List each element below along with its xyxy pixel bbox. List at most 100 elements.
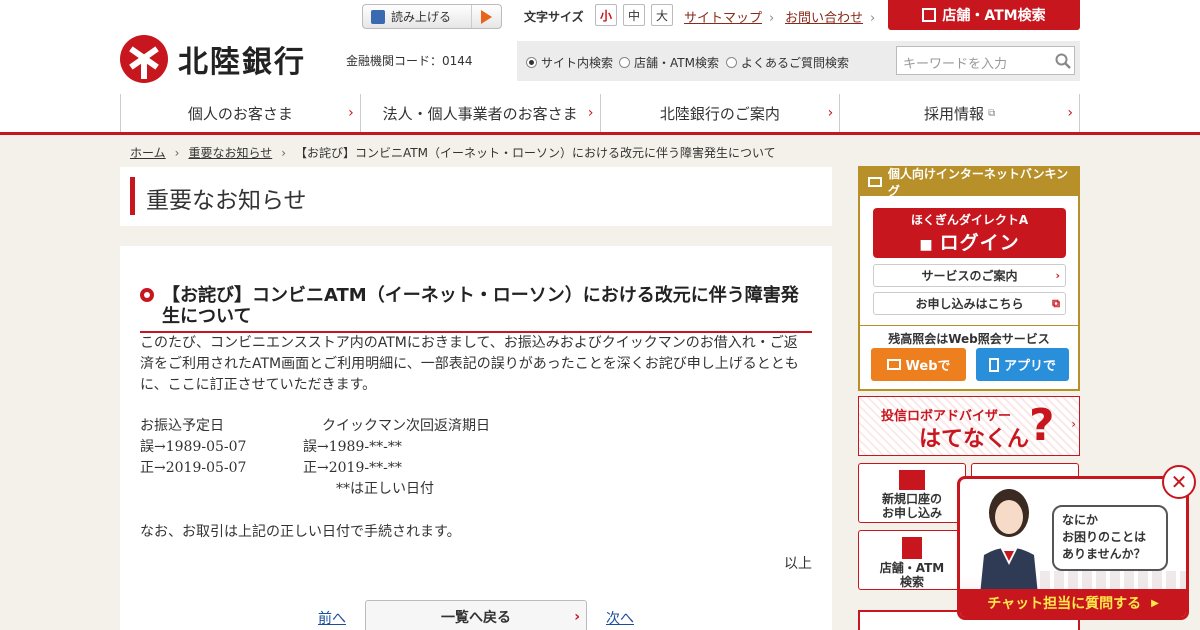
nav-label: 個人のお客さま	[187, 104, 293, 123]
chat-bubble: なにか お困りのことは ありませんか？	[1052, 505, 1168, 571]
atm-search-tile[interactable]: 店舗・ATM 検索	[858, 530, 966, 590]
article: 【お詫び】コンビニATM（イーネット・ローソン）における改元に伴う障害発生につい…	[120, 246, 832, 630]
chat-widget[interactable]: なにか お困りのことは ありませんか？ チャット担当に質問する ▶	[957, 476, 1189, 620]
external-link-icon: ⧉	[1052, 296, 1060, 310]
chat-close-icon[interactable]: ✕	[1162, 465, 1196, 499]
speaker-icon	[371, 9, 385, 24]
date-note: **は正しい日付	[336, 481, 434, 497]
font-size-large-button[interactable]: 大	[651, 4, 673, 26]
search-option-atm[interactable]: 店舗・ATM検索	[619, 54, 719, 71]
new-account-label: 新規口座の お申し込み	[881, 492, 942, 520]
chevron-right-icon: ›	[348, 105, 354, 121]
smartphone-icon	[988, 357, 999, 372]
web-inquiry-button[interactable]: Webで	[871, 348, 966, 381]
read-aloud-button[interactable]: 読み上げる	[362, 4, 502, 29]
contact-link[interactable]: お問い合わせ ›	[785, 7, 875, 26]
transfer-date-column: お振込予定日 誤→1989-05-07 正→2019-05-07	[140, 416, 246, 479]
apply-label: お申し込みはこちら	[915, 297, 1024, 311]
breadcrumb-current: 【お詫び】コンビニATM（イーネット・ローソン）における改元に伴う障害発生につい…	[295, 146, 776, 160]
font-size-label: 文字サイズ	[524, 10, 584, 24]
page-title-box: 重要なお知らせ	[120, 167, 832, 226]
article-title-text: 【お詫び】コンビニATM（イーネット・ローソン）における改元に伴う障害発生につい…	[162, 285, 799, 327]
radio-icon	[726, 57, 737, 68]
logo-mark-icon	[120, 35, 168, 83]
triangle-right-icon: ▶	[1151, 597, 1159, 609]
breadcrumb-home[interactable]: ホーム	[130, 146, 166, 160]
search-icon[interactable]	[1055, 53, 1071, 69]
atm-tile-label: 店舗・ATM 検索	[879, 561, 945, 589]
back-to-list-button[interactable]: 一覧へ戻る ›	[365, 600, 587, 630]
nav-item-personal[interactable]: 個人のお客さま ›	[121, 94, 361, 132]
breadcrumb: ホーム › 重要なお知らせ › 【お詫び】コンビニATM（イーネット・ローソン）における…	[130, 144, 776, 161]
closing-text: なお、お取引は上記の正しい日付で手続されます。	[140, 524, 461, 540]
internet-banking-panel: 個人向けインターネットバンキング ほくぎんダイレクトA ■ ログイン サービスのご…	[858, 166, 1080, 391]
font-size-medium-button[interactable]: 中	[623, 4, 645, 26]
apply-button[interactable]: お申し込みはこちら ⧉	[873, 292, 1066, 315]
search-option-label: サイト内検索	[541, 56, 614, 70]
new-account-tile[interactable]: 新規口座の お申し込み	[858, 463, 966, 523]
nav-label: 法人・個人事業者のお客さま	[382, 104, 578, 123]
atm-search-label: 店舗・ATM検索	[942, 8, 1046, 24]
chevron-right-icon: ›	[827, 105, 834, 121]
play-icon	[471, 5, 501, 28]
login-label-row: ■ ログイン	[873, 228, 1066, 255]
article-body: このたび、コンビニエンスストア内のATMにおきまして、お振込みおよびクイックマン…	[140, 335, 799, 393]
sitemap-label: サイトマップ	[684, 11, 763, 26]
search-option-label: 店舗・ATM検索	[634, 56, 719, 70]
radio-selected-icon	[526, 57, 537, 68]
login-label: ログイン	[939, 232, 1020, 254]
quickman-date-column: クイックマン次回返済期日 誤→1989-**-** 正→2019-**-** *…	[303, 416, 490, 500]
sitemap-link[interactable]: サイトマップ ›	[684, 7, 774, 26]
app-inquiry-button[interactable]: アプリで	[976, 348, 1069, 381]
bank-name: 北陸銀行	[178, 45, 306, 80]
login-button[interactable]: ほくぎんダイレクトA ■ ログイン	[873, 208, 1066, 258]
contact-label: お問い合わせ	[785, 11, 864, 26]
search-input[interactable]: キーワードを入力	[896, 46, 1075, 75]
transfer-right: 正→2019-05-07	[140, 460, 247, 476]
quickman-wrong: 誤→1989-**-**	[303, 439, 402, 455]
balance-inquiry-label: 残高照会はWeb照会サービス	[860, 325, 1078, 347]
hatena-kun-label: はてなくん	[919, 427, 1030, 452]
font-size-small-button[interactable]: 小	[595, 4, 617, 26]
chevron-right-icon: ›	[870, 11, 876, 26]
document-icon	[899, 470, 925, 490]
chevron-right-icon: ›	[1055, 269, 1060, 282]
atm-search-button[interactable]: 店舗・ATM検索	[888, 0, 1080, 30]
lock-icon: ■	[919, 237, 934, 253]
next-link[interactable]: 次へ	[606, 608, 634, 628]
search-option-label: よくあるご質問検索	[741, 56, 850, 70]
title-accent-bar	[130, 177, 135, 215]
search-option-site[interactable]: サイト内検索	[526, 54, 613, 71]
global-nav: 個人のお客さま › 法人・個人事業者のお客さま › 北陸銀行のご案内 › 採用情報 ⧉ ›	[120, 94, 1080, 132]
col1-header: お振込予定日	[140, 418, 224, 434]
services-label: サービスのご案内	[921, 269, 1018, 283]
nav-item-about[interactable]: 北陸銀行のご案内 ›	[601, 94, 841, 132]
chevron-right-icon: ›	[574, 609, 580, 625]
chat-ask-button[interactable]: チャット担当に質問する ▶	[960, 589, 1186, 617]
question-mark-icon: ?	[1029, 400, 1055, 451]
services-button[interactable]: サービスのご案内 ›	[873, 264, 1066, 287]
bank-logo[interactable]: 北陸銀行	[120, 35, 306, 83]
article-title: 【お詫び】コンビニATM（イーネット・ローソン）における改元に伴う障害発生につい…	[140, 285, 812, 333]
search-option-faq[interactable]: よくあるご質問検索	[726, 54, 849, 71]
page-title: 重要なお知らせ	[146, 188, 307, 214]
chat-ask-label: チャット担当に質問する	[987, 596, 1142, 612]
transfer-wrong: 誤→1989-05-07	[140, 439, 247, 455]
nav-label: 採用情報	[924, 104, 985, 123]
chevron-right-icon: ›	[769, 11, 775, 26]
col2-header: クイックマン次回返済期日	[322, 418, 490, 434]
breadcrumb-separator: ›	[174, 146, 180, 160]
login-service-name: ほくぎんダイレクトA	[910, 213, 1029, 227]
nav-label: 北陸銀行のご案内	[659, 104, 780, 123]
read-aloud-label: 読み上げる	[391, 10, 452, 24]
site-header: 読み上げる 文字サイズ 小 中 大 サイトマップ › お問い合わせ › 店舗・ATM…	[0, 0, 1200, 135]
institution-code: 金融機関コード：0144	[346, 54, 473, 68]
radio-icon	[619, 57, 630, 68]
prev-link[interactable]: 前へ	[318, 608, 346, 628]
robo-advisor-banner[interactable]: 投信ロボアドバイザー はてなくん ? ›	[858, 396, 1080, 456]
external-link-icon: ⧉	[988, 107, 996, 119]
nav-item-recruit[interactable]: 採用情報 ⧉ ›	[840, 94, 1080, 132]
breadcrumb-notices[interactable]: 重要なお知らせ	[188, 146, 272, 160]
nav-item-corporate[interactable]: 法人・個人事業者のお客さま ›	[361, 94, 601, 132]
monitor-icon	[886, 359, 901, 370]
